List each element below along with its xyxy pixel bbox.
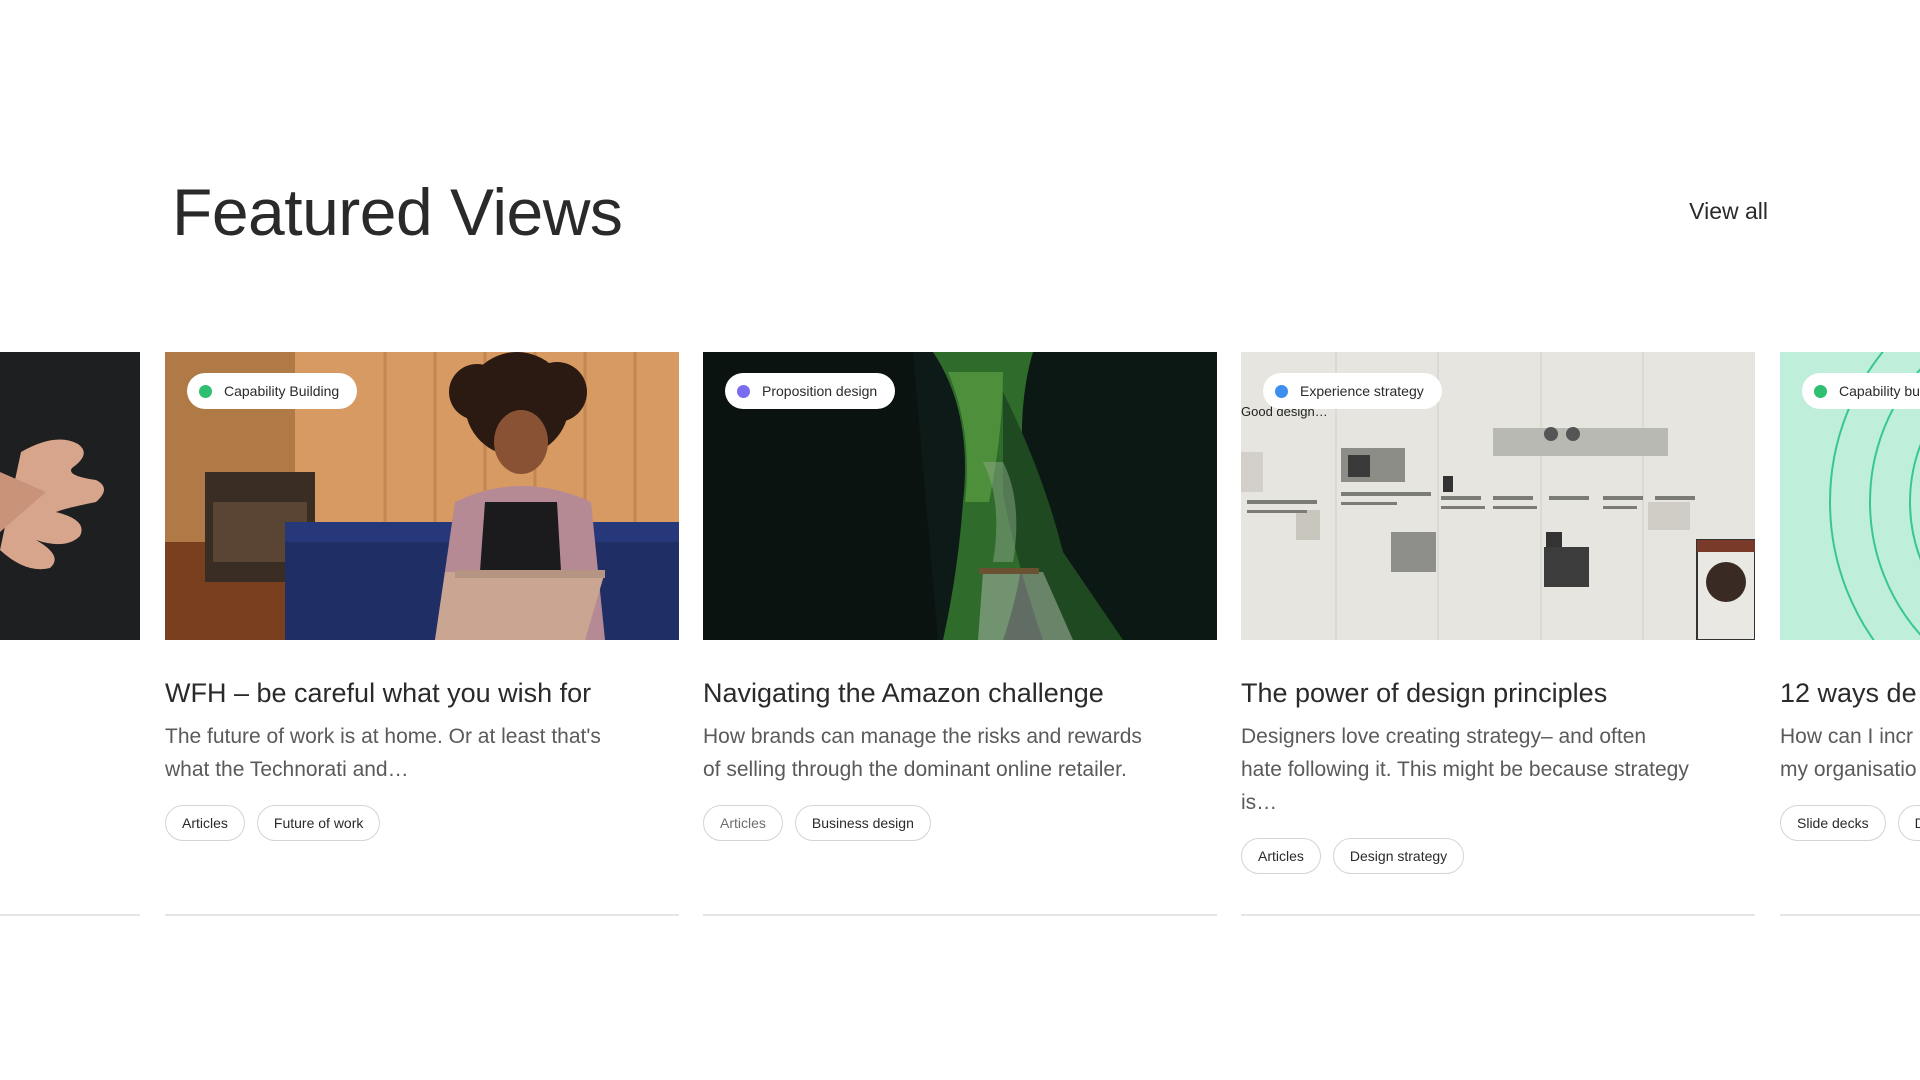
card-title[interactable]: 12 ways de (1780, 676, 1920, 710)
category-dot-icon (1275, 384, 1288, 398)
card-summary: How brands can manage the risks and rewa… (703, 725, 1142, 781)
article-card: Good design… Experience strategy The pow… (1241, 352, 1755, 916)
hand-image (0, 352, 140, 640)
card-image[interactable]: Proposition design (703, 352, 1217, 640)
tag-business-design[interactable]: Business design (794, 805, 931, 841)
category-dot-icon (1814, 384, 1827, 398)
card-summary: How can I incr my organisatio (1780, 725, 1917, 781)
category-label: Experience strategy (1300, 383, 1424, 399)
card-title[interactable]: Navigating the Amazon challenge (703, 676, 1217, 710)
category-label: Capability Building (224, 383, 340, 399)
tag-list: Slide decks D (1780, 805, 1920, 841)
article-card: Proposition design Navigating the Amazon… (703, 352, 1217, 916)
tag-list: Articles Business design (703, 805, 1217, 841)
tag-articles[interactable]: Articles (165, 805, 245, 841)
tag-design-strategy[interactable]: Design strategy (1332, 838, 1465, 874)
tag-slide-decks[interactable]: Slide decks (1780, 805, 1886, 841)
card-partial-left (0, 352, 140, 916)
tag-articles[interactable]: Articles (1241, 838, 1321, 874)
category-dot-icon (737, 384, 750, 398)
section-title: Featured Views (172, 175, 623, 249)
tag-articles[interactable]: Articles (703, 805, 783, 841)
featured-carousel[interactable]: Capability Building WFH – be careful wha… (0, 352, 1920, 922)
card-image[interactable]: Good design… Experience strategy (1241, 352, 1755, 640)
article-card-partial-right: Capability bui 12 ways de How can I incr… (1780, 352, 1920, 916)
tag-future-of-work[interactable]: Future of work (256, 805, 381, 841)
card-title[interactable]: The power of design principles (1241, 676, 1755, 710)
category-label: Capability bui (1839, 383, 1920, 399)
category-label: Proposition design (762, 383, 878, 399)
category-pill[interactable]: Experience strategy (1263, 373, 1442, 409)
category-pill[interactable]: Capability bui (1802, 373, 1920, 409)
tag-list: Articles Future of work (165, 805, 679, 841)
tag-list: Articles Design strategy (1241, 838, 1755, 874)
card-title[interactable]: WFH – be careful what you wish for (165, 676, 679, 710)
card-summary: The future of work is at home. Or at lea… (165, 725, 601, 781)
card-image[interactable]: Capability bui (1780, 352, 1920, 640)
view-all-link[interactable]: View all (1689, 196, 1768, 226)
category-dot-icon (199, 384, 212, 398)
card-image[interactable] (0, 352, 140, 640)
category-pill[interactable]: Capability Building (187, 373, 358, 409)
card-image[interactable]: Capability Building (165, 352, 679, 640)
card-summary: Designers love creating strategy– and of… (1241, 725, 1689, 814)
article-card: Capability Building WFH – be careful wha… (165, 352, 679, 916)
tag-partial[interactable]: D (1897, 805, 1920, 841)
category-pill[interactable]: Proposition design (725, 373, 896, 409)
